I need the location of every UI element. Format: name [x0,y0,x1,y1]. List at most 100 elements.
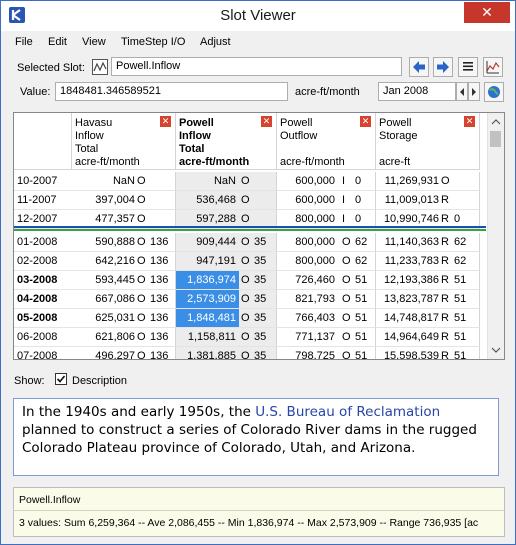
scroll-down-icon[interactable] [488,343,504,357]
menu-view[interactable]: View [82,36,106,48]
table-cell[interactable]: 667,086 O 136 [72,290,176,309]
table-cell[interactable]: 397,004 O [72,191,176,210]
cell-flag: O [241,194,250,206]
cell-value: 771,137 [295,331,335,343]
value-label: Value: [20,86,51,98]
table-cell[interactable]: 14,748,817 R 51 [376,309,480,328]
row-date-label[interactable]: 01-2008 [14,233,72,252]
cell-flag: R [441,274,449,286]
row-date-label[interactable]: 07-2008 [14,347,72,359]
date-field[interactable]: Jan 2008 [378,82,456,101]
forward-arrow-button[interactable] [433,57,453,77]
cell-value: 14,748,817 [383,312,439,324]
value-input[interactable]: 1848481.346589521 [55,82,288,101]
table-cell[interactable]: 726,460 O 51 [277,271,376,290]
row-date-label[interactable]: 10-2007 [14,172,72,191]
menu-adjust[interactable]: Adjust [200,36,231,48]
cell-flag: R [441,293,449,305]
table-cell[interactable]: 496,297 O 136 [72,347,176,359]
row-date-label[interactable]: 02-2008 [14,252,72,271]
cell-priority: 62 [355,236,368,248]
scrollbar-thumb[interactable] [490,131,501,147]
menu-timestep-io[interactable]: TimeStep I/O [121,36,185,48]
column-header-powell-inflow[interactable]: Powell Inflow Total acre-ft/month ✕ [176,113,277,170]
cell-flag: R [441,236,449,248]
row-date-label[interactable]: 04-2008 [14,290,72,309]
table-cell[interactable]: 11,269,931 O [376,172,480,191]
table-cell[interactable]: 798,725 O 51 [277,347,376,359]
bureau-of-reclamation-link[interactable]: U.S. Bureau of Reclamation [255,404,440,420]
table-cell[interactable]: 13,823,787 R 51 [376,290,480,309]
table-cell[interactable]: 771,137 O 51 [277,328,376,347]
description-text-box[interactable]: In the 1940s and early 1950s, the U.S. B… [13,398,499,476]
table-cell[interactable]: 11,009,013 R [376,191,480,210]
scroll-up-icon[interactable] [488,115,504,129]
cell-priority: 136 [150,274,169,286]
column-header-powell-outflow[interactable]: Powell Outflow acre-ft/month ✕ [277,113,376,170]
row-date-label[interactable]: 03-2008 [14,271,72,290]
table-cell[interactable]: 642,216 O 136 [72,252,176,271]
cell-priority: 51 [454,331,467,343]
table-cell[interactable]: NaN O [176,172,277,191]
table-cell[interactable]: 909,444 O 35 [176,233,277,252]
menu-file[interactable]: File [15,36,33,48]
description-checkbox-label[interactable]: Description [72,375,127,387]
selected-slot-field[interactable]: Powell.Inflow [111,57,402,76]
list-view-button[interactable] [458,57,478,77]
table-cell[interactable]: 800,000 O 62 [277,233,376,252]
table-cell[interactable]: 621,806 O 136 [72,328,176,347]
back-arrow-button[interactable] [409,57,429,77]
description-checkbox[interactable] [55,373,67,385]
cell-priority: 62 [454,236,467,248]
table-cell[interactable]: 11,233,783 R 62 [376,252,480,271]
cell-flag: O [241,274,250,286]
cell-value: 1,836,974 [187,274,236,286]
table-cell[interactable]: 625,031 O 136 [72,309,176,328]
close-column-icon[interactable]: ✕ [464,116,475,127]
table-cell[interactable]: 1,848,481 O 35 [176,309,277,328]
table-cell[interactable]: 800,000 O 62 [277,252,376,271]
row-date-label[interactable]: 05-2008 [14,309,72,328]
column-header-powell-storage[interactable]: Powell Storage acre-ft ✕ [376,113,480,170]
date-prev-icon[interactable] [456,82,468,101]
table-cell[interactable]: 1,836,974 O 35 [176,271,277,290]
header-line [379,143,476,156]
status-summary: 3 values: Sum 6,259,364 -- Ave 2,086,455… [19,517,479,529]
table-scrollbar[interactable] [487,113,504,359]
table-cell[interactable]: 15,598,539 R 51 [376,347,480,359]
table-cell[interactable]: 1,158,811 O 35 [176,328,277,347]
close-button[interactable]: ✕ [464,2,510,23]
table-cell[interactable]: 1,381,885 O 35 [176,347,277,359]
table-cell[interactable]: 590,888 O 136 [72,233,176,252]
table-cell[interactable]: NaN O [72,172,176,191]
table-cell[interactable]: 593,445 O 136 [72,271,176,290]
show-label: Show: [14,375,45,387]
header-line: acre-ft/month [75,156,140,168]
table-cell[interactable]: 766,403 O 51 [277,309,376,328]
date-next-icon[interactable] [468,82,480,101]
table-cell[interactable]: 2,573,909 O 35 [176,290,277,309]
table-cell[interactable]: 11,140,363 R 62 [376,233,480,252]
close-column-icon[interactable]: ✕ [360,116,371,127]
cell-value: 12,193,386 [383,274,439,286]
menu-edit[interactable]: Edit [48,36,67,48]
close-column-icon[interactable]: ✕ [160,116,171,127]
cell-flag: O [241,255,250,267]
plot-button[interactable] [483,57,503,77]
cell-value: 726,460 [295,274,335,286]
table-cell[interactable]: 14,964,649 R 51 [376,328,480,347]
cell-value: 600,000 [295,175,335,187]
table-cell[interactable]: 947,191 O 35 [176,252,277,271]
table-cell[interactable]: 600,000 I 0 [277,172,376,191]
table-cell[interactable]: 536,468 O [176,191,277,210]
table-cell[interactable]: 600,000 I 0 [277,191,376,210]
cell-flag: O [137,255,146,267]
row-date-label[interactable]: 11-2007 [14,191,72,210]
globe-icon[interactable] [484,82,504,102]
row-date-label[interactable]: 06-2008 [14,328,72,347]
table-cell[interactable]: 12,193,386 R 51 [376,271,480,290]
cell-priority: 35 [254,312,267,324]
table-cell[interactable]: 821,793 O 51 [277,290,376,309]
column-header-havasu-inflow[interactable]: Havasu Inflow Total acre-ft/month ✕ [72,113,176,170]
close-column-icon[interactable]: ✕ [261,116,272,127]
